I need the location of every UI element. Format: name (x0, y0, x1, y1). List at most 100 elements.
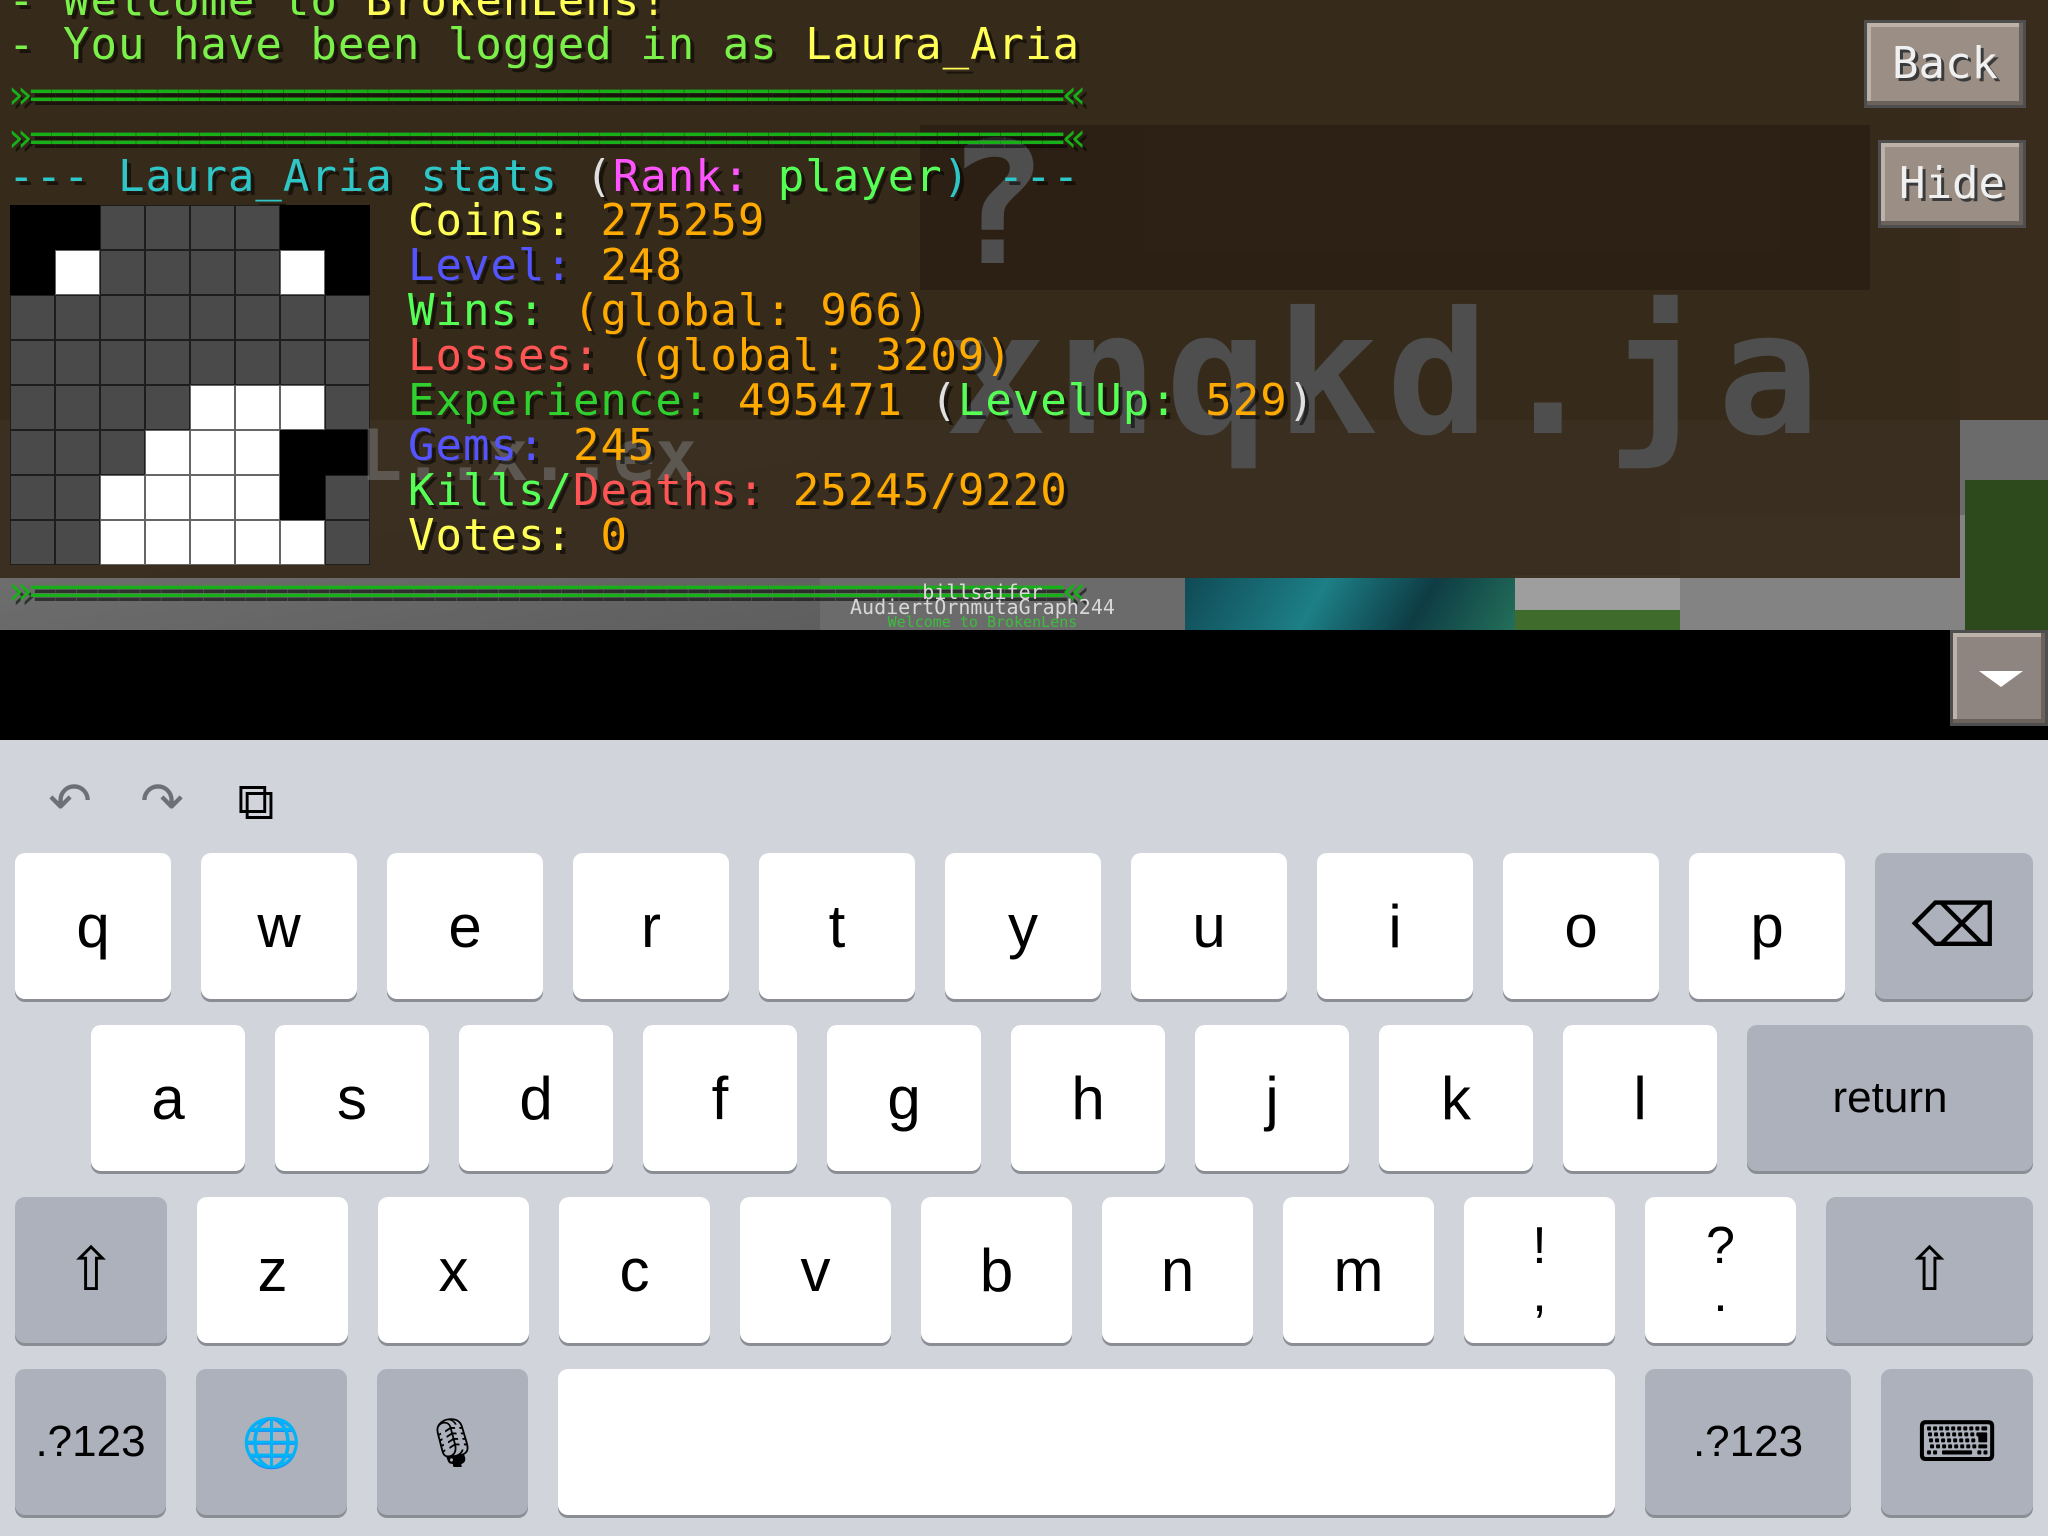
keyboard-hide-icon: ⌨ (1916, 1410, 1998, 1473)
hide-keyboard-key[interactable]: ⌨ (1881, 1369, 2033, 1515)
key-label: n (1160, 1236, 1195, 1304)
key-label: g (887, 1064, 921, 1132)
key-a[interactable]: a (91, 1025, 245, 1171)
microphone-key[interactable]: 🎙 (377, 1369, 528, 1515)
key-label: z (257, 1236, 288, 1304)
back-button[interactable]: Back (1864, 20, 2026, 108)
rank-value: player (750, 151, 943, 202)
key-label: q (76, 892, 110, 960)
key-label: .?123 (35, 1417, 146, 1466)
key-w[interactable]: w (201, 853, 357, 999)
coins-label: Coins: (408, 195, 601, 246)
key-u[interactable]: u (1131, 853, 1287, 999)
return-key[interactable]: return (1747, 1025, 2033, 1171)
key-label: .?123 (1692, 1417, 1804, 1466)
player-skin-face (10, 205, 370, 565)
deaths-label: Deaths: (572, 465, 793, 516)
paste-icon[interactable]: ⧉ (226, 772, 286, 832)
key-i[interactable]: i (1317, 853, 1473, 999)
stat-losses: Losses: (global: 3209) (408, 333, 1013, 379)
shift-key-right[interactable]: ⇧ (1826, 1197, 2033, 1343)
stat-level: Level: 248 (408, 243, 683, 289)
votes-label: Votes: (408, 510, 601, 561)
key-m[interactable]: m (1283, 1197, 1434, 1343)
key-d[interactable]: d (459, 1025, 613, 1171)
key-label: u (1192, 892, 1226, 960)
key-k[interactable]: k (1379, 1025, 1533, 1171)
key-l[interactable]: l (1563, 1025, 1717, 1171)
key-label: b (979, 1236, 1014, 1304)
kills-label: Kills/ (408, 465, 573, 516)
key-label: k (1441, 1064, 1471, 1132)
key-label: return (1832, 1073, 1948, 1122)
key-z[interactable]: z (197, 1197, 348, 1343)
key-b[interactable]: b (921, 1197, 1072, 1343)
backspace-key[interactable]: ⌫ (1875, 853, 2033, 999)
key-label: f (711, 1064, 729, 1132)
numbers-key-left[interactable]: .?123 (15, 1369, 166, 1515)
key-j[interactable]: j (1195, 1025, 1349, 1171)
redo-icon[interactable]: ↷ (132, 772, 192, 832)
key-r[interactable]: r (573, 853, 729, 999)
key-x[interactable]: x (378, 1197, 529, 1343)
key-label: t (828, 892, 846, 960)
key-label: w (257, 892, 301, 960)
key-e[interactable]: e (387, 853, 543, 999)
leaves-block (1965, 480, 2048, 630)
key-v[interactable]: v (740, 1197, 891, 1343)
wins-label: Wins: (408, 285, 573, 336)
key-y[interactable]: y (945, 853, 1101, 999)
globe-icon: 🌐 (241, 1416, 302, 1470)
key-label: c (619, 1236, 650, 1304)
key-exclamation-comma[interactable]: !, (1464, 1197, 1615, 1343)
key-label: i (1388, 892, 1402, 960)
player-nametags: billsaifer AudiertOrnmutaGraph244 Welcom… (850, 582, 1115, 630)
shift-icon: ⇧ (65, 1236, 117, 1303)
votes-value: 0 (600, 510, 628, 561)
shift-key-left[interactable]: ⇧ (15, 1197, 167, 1343)
key-s[interactable]: s (275, 1025, 429, 1171)
key-label-top: ? (1706, 1217, 1735, 1275)
key-t[interactable]: t (759, 853, 915, 999)
key-label: m (1333, 1236, 1384, 1304)
key-label: s (337, 1064, 367, 1132)
key-label: a (151, 1064, 185, 1132)
key-o[interactable]: o (1503, 853, 1659, 999)
undo-icon[interactable]: ↶ (40, 772, 100, 832)
grass-block (1515, 610, 1680, 630)
key-label: x (438, 1236, 469, 1304)
chat-input-bar[interactable] (0, 630, 2048, 740)
gems-label: Gems: (408, 420, 573, 471)
key-f[interactable]: f (643, 1025, 797, 1171)
key-g[interactable]: g (827, 1025, 981, 1171)
stat-kills-deaths: Kills/Deaths: 25245/9220 (408, 468, 1068, 514)
experience-value: 495471 (737, 375, 931, 426)
space-bar[interactable] (558, 1369, 1615, 1515)
key-label: r (641, 892, 661, 960)
microphone-icon: 🎙 (422, 1416, 483, 1470)
key-q[interactable]: q (15, 853, 171, 999)
coins-value: 275259 (600, 195, 766, 246)
numbers-key-right[interactable]: .?123 (1645, 1369, 1851, 1515)
nametag-subtitle: Welcome to BrokenLens (887, 613, 1078, 630)
key-c[interactable]: c (559, 1197, 710, 1343)
stat-gems: Gems: 245 (408, 423, 655, 469)
stats-header: --- Laura_Aria stats (Rank: player) --- (8, 154, 1080, 200)
key-h[interactable]: h (1011, 1025, 1165, 1171)
scroll-down-button[interactable] (1950, 630, 2048, 726)
stats-header-dashes: --- (8, 151, 118, 202)
key-n[interactable]: n (1102, 1197, 1253, 1343)
chat-line-logged-in: - You have been logged in as Laura_Aria (8, 22, 1080, 68)
levelup-close: ) (1287, 375, 1316, 426)
globe-key[interactable]: 🌐 (196, 1369, 347, 1515)
hide-button[interactable]: Hide (1878, 140, 2026, 228)
key-label-top: ! (1532, 1217, 1547, 1275)
backspace-icon: ⌫ (1911, 892, 1997, 959)
shift-icon: ⇧ (1904, 1236, 1955, 1303)
key-p[interactable]: p (1689, 853, 1845, 999)
key-label: y (1008, 892, 1038, 960)
gems-value: 245 (572, 420, 656, 471)
kd-value: 25245/9220 (792, 465, 1068, 516)
key-question-period[interactable]: ?. (1645, 1197, 1796, 1343)
level-label: Level: (408, 240, 601, 291)
